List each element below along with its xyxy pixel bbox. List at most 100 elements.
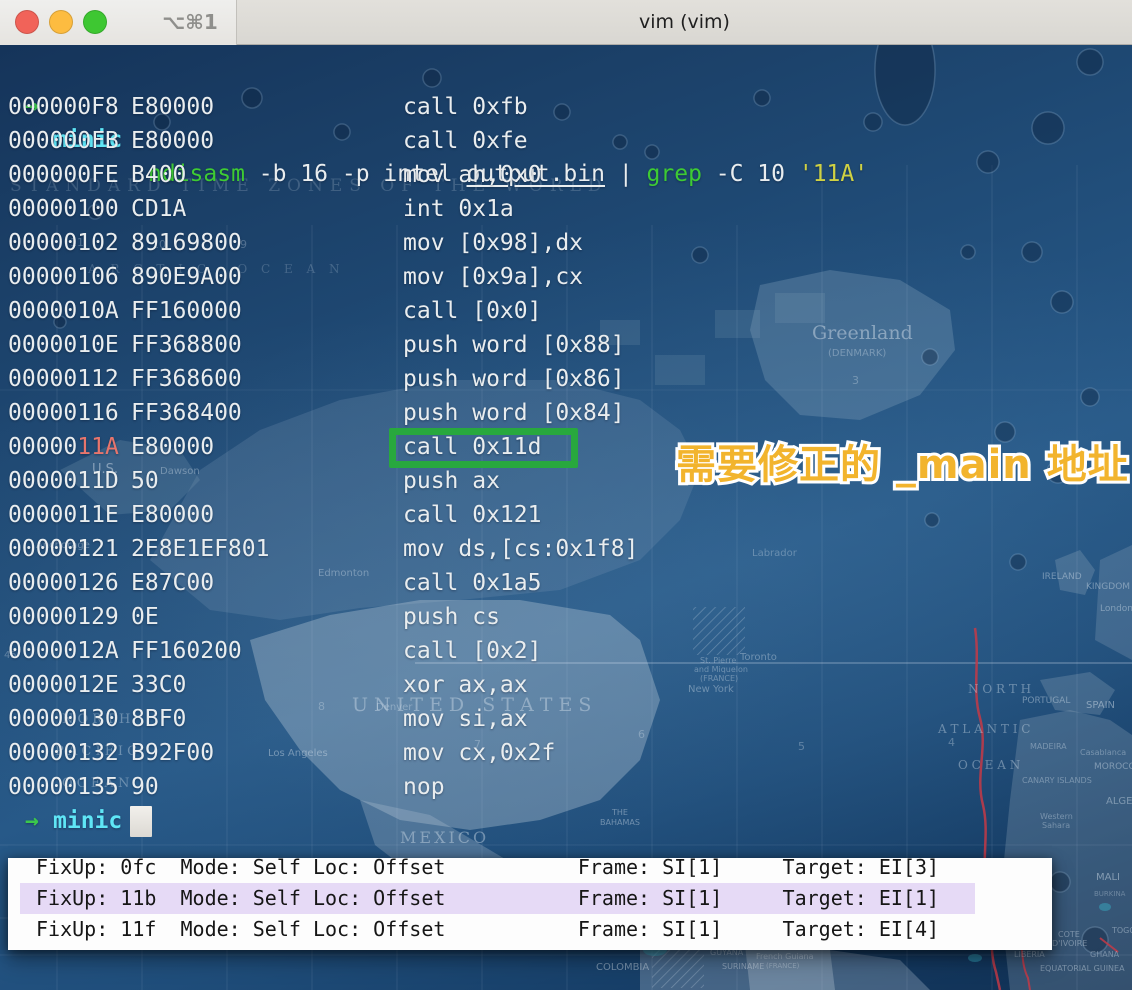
disasm-bytes: 0E [131, 600, 403, 634]
disasm-bytes: 890E9A00 [131, 260, 403, 294]
disasm-address: 0000011E [8, 498, 131, 532]
disasm-address: 00000100 [8, 192, 131, 226]
disasm-instruction: mov si,ax [403, 702, 1132, 736]
terminal-window: ⌥⌘1 vim (vim) [0, 0, 1132, 990]
disasm-instruction: mov ah,0x0 [403, 158, 1132, 192]
zoom-button[interactable] [83, 10, 107, 34]
terminal-body[interactable]: STANDARD TIME ZONES OF THE WORLDA R C T … [0, 45, 1132, 990]
fixup-row: FixUp: 0fc Mode: Self Loc: Offset Frame:… [8, 858, 1052, 883]
map-label: COLOMBIA [596, 962, 649, 973]
disasm-instruction: push cs [403, 600, 1132, 634]
fixup-rows: FixUp: 0fc Mode: Self Loc: Offset Frame:… [8, 858, 1052, 950]
disasm-row: 000001290Epush cs [0, 600, 1132, 634]
disasm-bytes: E80000 [131, 430, 403, 464]
annotation-text: 需要修正的 _main 地址 [676, 432, 1129, 490]
map-label: Sahara [1042, 821, 1070, 830]
map-label: THE [612, 808, 628, 817]
disasm-address: 00000102 [8, 226, 131, 260]
disasm-instruction: call [0x2] [403, 634, 1132, 668]
disasm-row: 0000011EE80000call 0x121 [0, 498, 1132, 532]
disasm-address: 000000FE [8, 158, 131, 192]
disasm-instruction: push word [0x84] [403, 396, 1132, 430]
grep-match: 11A [77, 434, 119, 460]
map-label: COTE [1058, 930, 1080, 939]
disasm-instruction: call 0x1a5 [403, 566, 1132, 600]
disasm-address: 00000112 [8, 362, 131, 396]
disasm-row: 000001212E8E1EF801mov ds,[cs:0x1f8] [0, 532, 1132, 566]
disasm-row: 0000012AFF160200call [0x2] [0, 634, 1132, 668]
fixup-row-highlighted: FixUp: 11b Mode: Self Loc: Offset Frame:… [8, 883, 1052, 914]
disasm-bytes: B400 [131, 158, 403, 192]
disasm-address: 00000106 [8, 260, 131, 294]
disasm-row: 00000132B92F00mov cx,0x2f [0, 736, 1132, 770]
disasm-row: 0000010289169800mov [0x98],dx [0, 226, 1132, 260]
fixup-overlay: FixUp: 0fc Mode: Self Loc: Offset Frame:… [8, 858, 1052, 950]
disasm-address: 0000010E [8, 328, 131, 362]
map-label: (FRANCE) [766, 962, 799, 970]
disasm-bytes: 8BF0 [131, 702, 403, 736]
disasm-row: 00000100CD1Aint 0x1a [0, 192, 1132, 226]
disasm-bytes: CD1A [131, 192, 403, 226]
window-title: vim (vim) [237, 0, 1132, 45]
disasm-row: 000001308BF0mov si,ax [0, 702, 1132, 736]
prompt-arrow: → [25, 804, 39, 838]
disasm-bytes: E80000 [131, 498, 403, 532]
disasm-address: 00000126 [8, 566, 131, 600]
disasm-row: 00000126E87C00call 0x1a5 [0, 566, 1132, 600]
map-label: French Guiana [756, 952, 814, 961]
disasm-bytes: FF368400 [131, 396, 403, 430]
disasm-row: 0000012E33C0xor ax,ax [0, 668, 1132, 702]
map-label: MALI [1096, 872, 1120, 883]
command-line: → minic ndisasm -b 16 -p intel output.bi… [0, 55, 111, 89]
disasm-bytes: FF368800 [131, 328, 403, 362]
disasm-address: 0000011D [8, 464, 131, 498]
disasm-instruction: call 0xfb [403, 90, 1132, 124]
close-button[interactable] [15, 10, 39, 34]
disasm-bytes: B92F00 [131, 736, 403, 770]
disasm-instruction: call 0x121 [403, 498, 1132, 532]
disasm-instruction: call 0xfe [403, 124, 1132, 158]
disasm-instruction: mov [0x9a],cx [403, 260, 1132, 294]
disasm-address: 00000116 [8, 396, 131, 430]
disasm-bytes: 2E8E1EF801 [131, 532, 403, 566]
disasm-bytes: 50 [131, 464, 403, 498]
disasm-row: 000000FEB400mov ah,0x0 [0, 158, 1132, 192]
disasm-address: 0000011A [8, 430, 131, 464]
map-label: MEXICO [400, 828, 489, 847]
map-label: Western [1040, 812, 1073, 821]
disasm-instruction: push word [0x88] [403, 328, 1132, 362]
map-label: BURKINA [1094, 890, 1125, 898]
disasm-bytes: 90 [131, 770, 403, 804]
disasm-row: 0000010AFF160000call [0x0] [0, 294, 1132, 328]
minimize-button[interactable] [49, 10, 73, 34]
disasm-address: 000000F8 [8, 90, 131, 124]
disasm-instruction: push word [0x86] [403, 362, 1132, 396]
map-label: TOGO [1112, 926, 1132, 935]
tab-shortcut-label: ⌥⌘1 [150, 0, 230, 45]
disasm-bytes: FF160000 [131, 294, 403, 328]
disasm-bytes: 89169800 [131, 226, 403, 260]
disasm-bytes: E87C00 [131, 566, 403, 600]
disasm-row: 00000112FF368600push word [0x86] [0, 362, 1132, 396]
disasm-row: 00000106890E9A00mov [0x9a],cx [0, 260, 1132, 294]
active-tab[interactable]: ⌥⌘1 [0, 0, 237, 45]
disasm-address: 00000132 [8, 736, 131, 770]
disasm-address: 00000135 [8, 770, 131, 804]
disasm-address: 00000129 [8, 600, 131, 634]
disasm-row: 000000FBE80000call 0xfe [0, 124, 1132, 158]
disasm-bytes: E80000 [131, 124, 403, 158]
disasm-bytes: 33C0 [131, 668, 403, 702]
cursor-block [130, 806, 152, 837]
map-label: SURINAME [722, 962, 764, 971]
titlebar: ⌥⌘1 vim (vim) [0, 0, 1132, 45]
map-label: BAHAMAS [600, 818, 640, 827]
disasm-bytes: FF160200 [131, 634, 403, 668]
map-label: LIBERIA [1014, 950, 1045, 959]
map-label: D'IVOIRE [1052, 939, 1087, 948]
map-label: EQUATORIAL GUINEA [1040, 964, 1125, 973]
disasm-row: 00000116FF368400push word [0x84] [0, 396, 1132, 430]
map-label: GHANA [1090, 950, 1119, 959]
disasm-address: 000000FB [8, 124, 131, 158]
disasm-address: 0000012E [8, 668, 131, 702]
disasm-row: 000000F8E80000call 0xfb [0, 90, 1132, 124]
